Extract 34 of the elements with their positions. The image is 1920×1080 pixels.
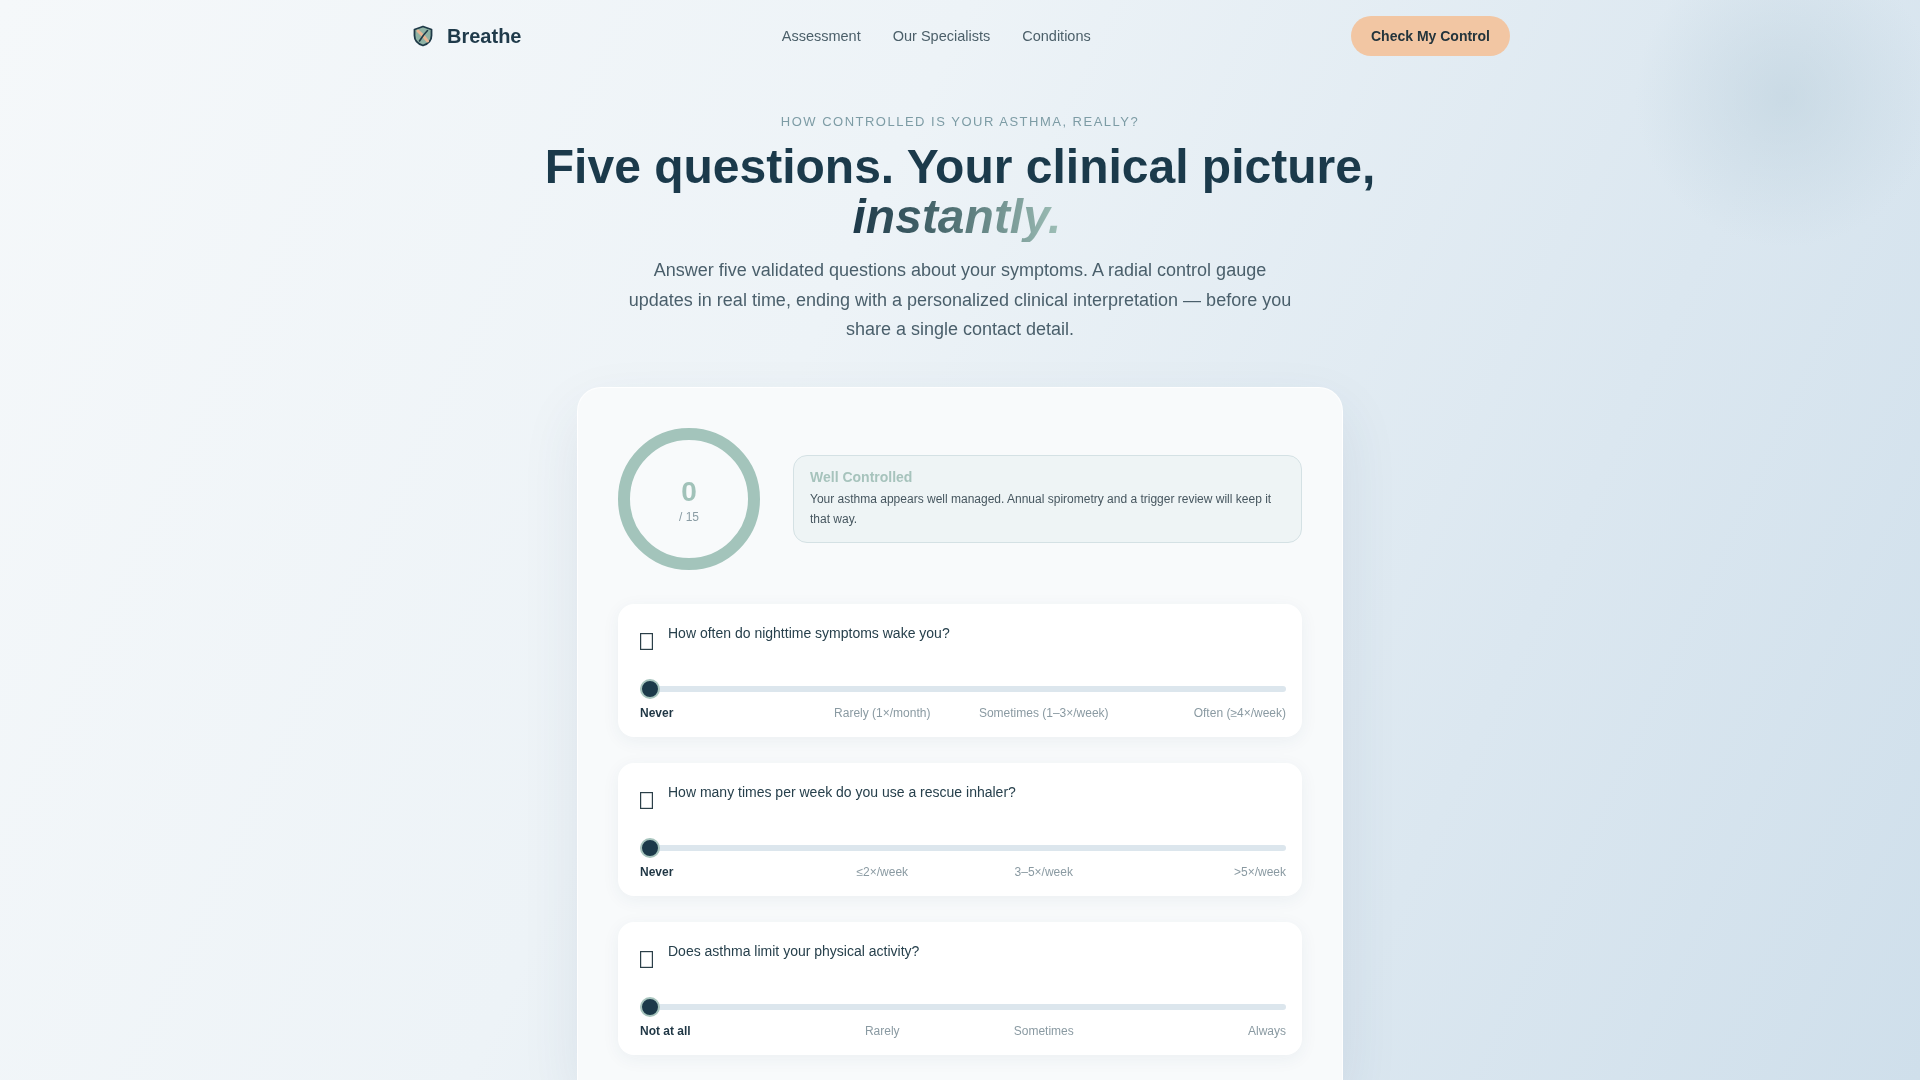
score-value: 0 <box>681 476 697 507</box>
square-outline-icon <box>640 632 653 650</box>
status-title: Well Controlled <box>810 467 914 486</box>
square-outline-icon <box>640 791 653 809</box>
headline-text: Five questions. Your clinical picture, <box>543 142 1377 192</box>
option-label: Sometimes <box>1012 1022 1075 1039</box>
status-text: Your asthma appears well managed. Annual spirometry and a trigger review will keep it that way. <box>810 490 1273 528</box>
nav-link[interactable]: Our Specialists <box>892 28 991 44</box>
cta-button[interactable]: Check My Control <box>1350 16 1510 56</box>
question-text: How often do nighttime symptoms wake you? <box>668 623 950 643</box>
option-label: Always <box>1247 1022 1286 1039</box>
score-max: / 15 <box>679 508 699 525</box>
option-label: ≤2×/week <box>855 863 910 880</box>
option-label: Rarely <box>863 1022 901 1039</box>
shield-logo-icon <box>412 25 434 47</box>
option-label: Never <box>640 863 675 880</box>
nav-link[interactable]: Conditions <box>1022 28 1091 44</box>
question-text: Does asthma limit your physical activity? <box>668 941 920 961</box>
option-label: 3–5×/week <box>1013 863 1074 880</box>
intro-text: Answer five validated questions about your symptoms. A radial control gauge updates in real time, ending with a personalized clinical interpretation — before you share a single contact detail. <box>627 259 1293 341</box>
option-label: Rarely (1×/month) <box>833 704 932 721</box>
option-label: Often (≥4×/week) <box>1192 704 1286 721</box>
slider-thumb[interactable] <box>640 996 660 1017</box>
question-text: How many times per week do you use a rescue inhaler? <box>668 782 1016 802</box>
slider-thumb[interactable] <box>640 678 660 699</box>
option-label: Not at all <box>640 1022 692 1039</box>
brand-name: Breathe <box>447 24 522 48</box>
option-label: Sometimes (1–3×/week) <box>977 704 1110 721</box>
option-label: >5×/week <box>1232 863 1286 880</box>
option-label: Never <box>640 704 675 721</box>
slider-thumb[interactable] <box>640 837 660 858</box>
nav-link[interactable]: Assessment <box>781 28 861 44</box>
eyebrow-text: HOW CONTROLLED IS YOUR ASTHMA, REALLY? <box>779 114 1141 130</box>
square-outline-icon <box>640 950 653 968</box>
